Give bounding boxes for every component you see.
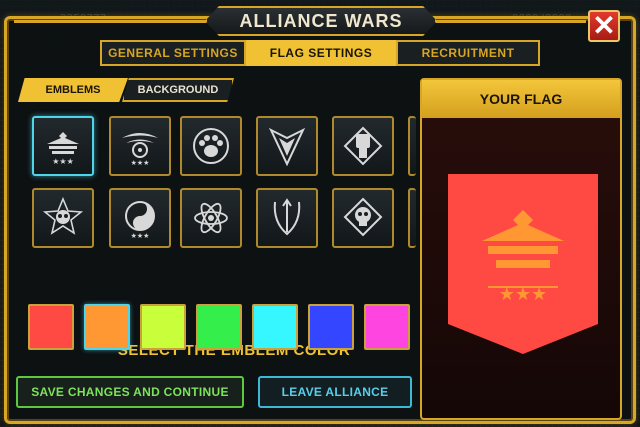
emblem-skull-star[interactable] — [32, 188, 94, 248]
flag-preview-header: YOUR FLAG — [422, 80, 620, 118]
flag-preview: ★★★ — [448, 174, 598, 354]
title-divider-left — [14, 20, 206, 23]
close-button[interactable]: ✕ — [588, 10, 620, 42]
subtab-emblems[interactable]: EMBLEMS — [18, 78, 128, 102]
emblem-eagle-stars[interactable]: ★★★ — [32, 116, 94, 176]
wings-radiation-icon: ★★★ — [122, 133, 158, 167]
svg-text:★★★: ★★★ — [499, 284, 547, 305]
paw-icon — [193, 128, 229, 164]
color-swatch-cyan[interactable] — [252, 304, 298, 350]
emblem-yin-yang[interactable]: ★★★ — [109, 188, 171, 248]
eagle-stars-icon: ★★★ — [47, 132, 79, 166]
close-icon: ✕ — [592, 10, 616, 41]
svg-text:★★★: ★★★ — [52, 157, 74, 166]
flag-preview-title: YOUR FLAG — [479, 91, 563, 107]
emblem-partial-2[interactable] — [408, 188, 416, 248]
trident-icon — [273, 198, 301, 236]
yin-yang-icon: ★★★ — [125, 201, 155, 240]
svg-text:★★★: ★★★ — [131, 232, 150, 240]
emblem-fist[interactable] — [332, 116, 394, 176]
main-tabs: GENERAL SETTINGS FLAG SETTINGS RECRUITME… — [100, 40, 540, 66]
title-divider-right — [436, 20, 586, 23]
subtab-background[interactable]: BACKGROUND — [122, 78, 234, 102]
save-changes-button[interactable]: SAVE CHANGES AND CONTINUE — [16, 376, 244, 408]
flag-preview-panel: YOUR FLAG ★★★ — [420, 78, 622, 420]
alliance-wars-dialog: 2259777 9999/9999 ALLIANCE WARS ✕ GENERA… — [0, 0, 640, 427]
emblem-subtabs: EMBLEMS BACKGROUND — [18, 78, 240, 102]
emblem-trident[interactable] — [256, 188, 318, 248]
spearhead-icon — [268, 127, 306, 167]
tab-flag-settings[interactable]: FLAG SETTINGS — [246, 40, 396, 66]
emblem-paw[interactable] — [180, 116, 242, 176]
skull-diamond-icon — [343, 197, 383, 237]
tab-recruitment[interactable]: RECRUITMENT — [396, 40, 540, 66]
emblem-wings-radiation[interactable]: ★★★ — [109, 116, 171, 176]
tab-general-settings[interactable]: GENERAL SETTINGS — [100, 40, 246, 66]
emblem-spearhead[interactable] — [256, 116, 318, 176]
color-swatch-blue[interactable] — [308, 304, 354, 350]
emblem-panel: EMBLEMS BACKGROUND ★★★ ★★★ ★★★ SELECT TH… — [14, 68, 416, 418]
color-swatch-magenta[interactable] — [364, 304, 410, 350]
color-swatch-orange[interactable] — [84, 304, 130, 350]
fist-icon — [343, 126, 383, 166]
emblem-atom[interactable] — [180, 188, 242, 248]
svg-text:★★★: ★★★ — [131, 159, 150, 167]
title-plate: ALLIANCE WARS — [205, 6, 437, 36]
atom-icon — [194, 202, 228, 234]
dialog-title: ALLIANCE WARS — [239, 10, 403, 31]
skull-star-icon — [42, 196, 84, 235]
color-swatch-green[interactable] — [196, 304, 242, 350]
leave-alliance-button[interactable]: LEAVE ALLIANCE — [258, 376, 412, 408]
emblem-skull-diamond[interactable] — [332, 188, 394, 248]
emblem-partial[interactable] — [408, 116, 416, 176]
color-swatch-red[interactable] — [28, 304, 74, 350]
color-swatch-lime[interactable] — [140, 304, 186, 350]
